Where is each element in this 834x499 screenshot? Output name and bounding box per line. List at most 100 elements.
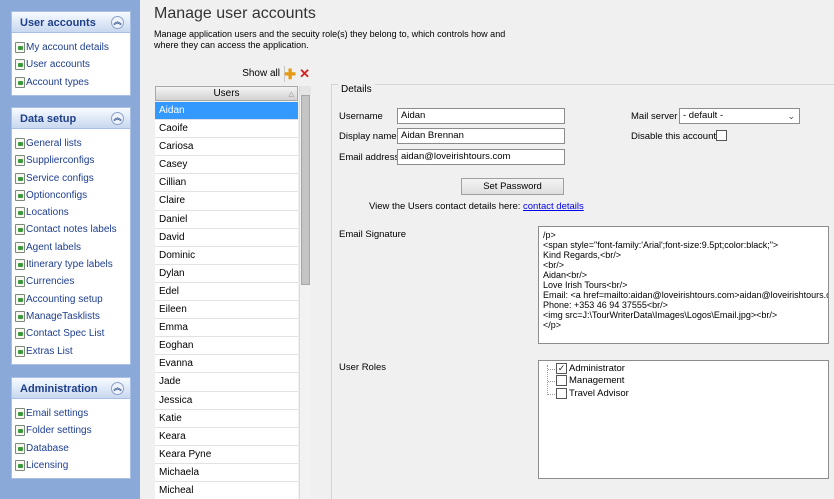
nav-group-data-setup: Data setup ︽ General lists Supplierconfig… — [11, 107, 131, 365]
collapse-icon[interactable]: ︽ — [111, 112, 124, 125]
disable-account-label: Disable this account — [631, 131, 717, 142]
user-row[interactable]: Edel — [155, 282, 298, 302]
mail-server-select[interactable]: - default - ⌄ — [679, 108, 800, 124]
nav-item-folder-settings[interactable]: Folder settings — [12, 422, 130, 439]
nav-item-service-configs[interactable]: Service configs — [12, 170, 130, 187]
user-row[interactable]: Eileen — [155, 301, 298, 320]
user-row[interactable]: Emma — [155, 319, 298, 338]
page-title: Manage user accounts — [154, 5, 316, 22]
nav-item-optionconfigs[interactable]: Optionconfigs — [12, 187, 130, 204]
users-column-header[interactable]: Users △ — [155, 86, 298, 101]
user-row[interactable]: Keara — [155, 427, 298, 446]
nav-item-licensing[interactable]: Licensing — [12, 457, 130, 474]
users-list-scrollbar[interactable] — [299, 86, 311, 499]
nav-item-label: Extras List — [26, 345, 73, 357]
user-row[interactable]: Michaela — [155, 463, 298, 482]
user-row[interactable]: Evanna — [155, 355, 298, 374]
email-signature-textarea[interactable]: /p> <span style="font-family:'Arial';fon… — [538, 226, 829, 344]
role-checkbox-checked[interactable]: ✓ — [556, 363, 567, 374]
user-row[interactable]: Caoife — [155, 120, 298, 139]
scroll-up-button[interactable] — [300, 86, 311, 95]
nav-item-agent-labels[interactable]: Agent labels — [12, 239, 130, 256]
nav-item-label: Service configs — [26, 172, 94, 184]
display-name-field[interactable]: Aidan Brennan — [397, 128, 565, 144]
nav-item-label: Contact Spec List — [26, 328, 105, 340]
mail-server-value: - default - — [683, 110, 724, 121]
nav-item-label: Folder settings — [26, 425, 92, 437]
set-password-button[interactable]: Set Password — [461, 178, 564, 195]
email-address-field[interactable]: aidan@loveirishtours.com — [397, 149, 565, 165]
user-row[interactable]: Casey — [155, 156, 298, 175]
nav-item-general-lists[interactable]: General lists — [12, 135, 130, 152]
nav-item-label: Optionconfigs — [26, 189, 88, 201]
nav-group-header[interactable]: Data setup ︽ — [11, 107, 131, 129]
role-label: Travel Advisor — [569, 388, 629, 399]
scrollbar-thumb[interactable] — [301, 95, 310, 285]
user-row[interactable]: Jade — [155, 373, 298, 392]
user-row[interactable]: Keara Pyne — [155, 445, 298, 464]
signature-line: Phone: +353 46 94 37555<br/> — [543, 300, 668, 310]
nav-item-contact-spec-list[interactable]: Contact Spec List — [12, 325, 130, 342]
nav-group-user-accounts: User accounts ︽ My account details User a… — [11, 11, 131, 96]
user-row[interactable]: Eoghan — [155, 337, 298, 356]
disable-account-checkbox[interactable] — [716, 130, 727, 141]
nav-item-extras-list[interactable]: Extras List — [12, 343, 130, 360]
user-row[interactable]: Dominic — [155, 246, 298, 265]
user-row[interactable]: Micheal — [155, 481, 298, 499]
user-row[interactable]: Claire — [155, 192, 298, 211]
nav-item-contact-notes-labels[interactable]: Contact notes labels — [12, 221, 130, 238]
role-checkbox[interactable] — [556, 375, 567, 386]
nav-item-accounting-setup[interactable]: Accounting setup — [12, 291, 130, 308]
page-icon — [15, 293, 25, 305]
nav-item-label: Currencies — [26, 276, 75, 288]
nav-group-header[interactable]: Administration ︽ — [11, 377, 131, 399]
role-checkbox[interactable] — [556, 388, 567, 399]
signature-line: Kind Regards,<br/> — [543, 250, 622, 260]
signature-line: </p> — [543, 320, 562, 330]
chevron-down-icon: ⌄ — [787, 111, 795, 121]
nav-item-currencies[interactable]: Currencies — [12, 273, 130, 290]
page-icon — [15, 189, 25, 201]
collapse-icon[interactable]: ︽ — [111, 16, 124, 29]
user-row[interactable]: Daniel — [155, 210, 298, 229]
page-icon — [15, 459, 25, 471]
nav-item-label: Licensing — [26, 459, 69, 471]
nav-item-label: Email settings — [26, 408, 89, 419]
nav-item-label: Locations — [26, 207, 69, 219]
page-icon — [15, 42, 25, 53]
contact-details-link[interactable]: contact details — [523, 201, 584, 212]
user-row[interactable]: Aidan — [155, 102, 298, 121]
show-all-button[interactable]: Show all — [242, 68, 280, 79]
page-icon — [15, 155, 25, 167]
user-roles-label: User Roles — [339, 362, 386, 373]
nav-item-my-account-details[interactable]: My account details — [12, 39, 130, 56]
nav-item-database[interactable]: Database — [12, 440, 130, 457]
nav-item-label: My account details — [26, 42, 109, 53]
nav-item-supplierconfigs[interactable]: Supplierconfigs — [12, 152, 130, 169]
nav-group-header[interactable]: User accounts ︽ — [11, 11, 131, 33]
user-row[interactable]: Cariosa — [155, 138, 298, 157]
sort-arrow-icon: △ — [288, 91, 294, 98]
nav-item-itinerary-type-labels[interactable]: Itinerary type labels — [12, 256, 130, 273]
nav-item-user-accounts[interactable]: User accounts — [12, 56, 130, 73]
nav-item-locations[interactable]: Locations — [12, 204, 130, 221]
collapse-icon[interactable]: ︽ — [111, 382, 124, 395]
nav-item-email-settings[interactable]: Email settings — [12, 405, 130, 422]
user-row[interactable]: Dylan — [155, 264, 298, 283]
nav-item-label: Account types — [26, 76, 89, 88]
username-field[interactable]: Aidan — [397, 108, 565, 124]
nav-group-body: General lists Supplierconfigs Service co… — [11, 129, 131, 365]
contact-prompt-text: View the Users contact details here: — [369, 201, 521, 212]
tree-connector — [548, 381, 555, 382]
user-row[interactable]: Katie — [155, 409, 298, 428]
delete-user-icon[interactable]: ✕ — [299, 67, 310, 81]
nav-item-manage-tasklists[interactable]: ManageTasklists — [12, 308, 130, 325]
nav-group-title: Administration — [20, 383, 98, 395]
user-row[interactable]: Jessica — [155, 391, 298, 410]
user-row[interactable]: Cillian — [155, 174, 298, 193]
page-icon — [15, 138, 25, 149]
add-user-icon[interactable]: ✚ — [284, 67, 296, 81]
nav-item-account-types[interactable]: Account types — [12, 74, 130, 91]
signature-line: Love Irish Tours<br/> — [543, 280, 628, 290]
user-row[interactable]: David — [155, 228, 298, 247]
